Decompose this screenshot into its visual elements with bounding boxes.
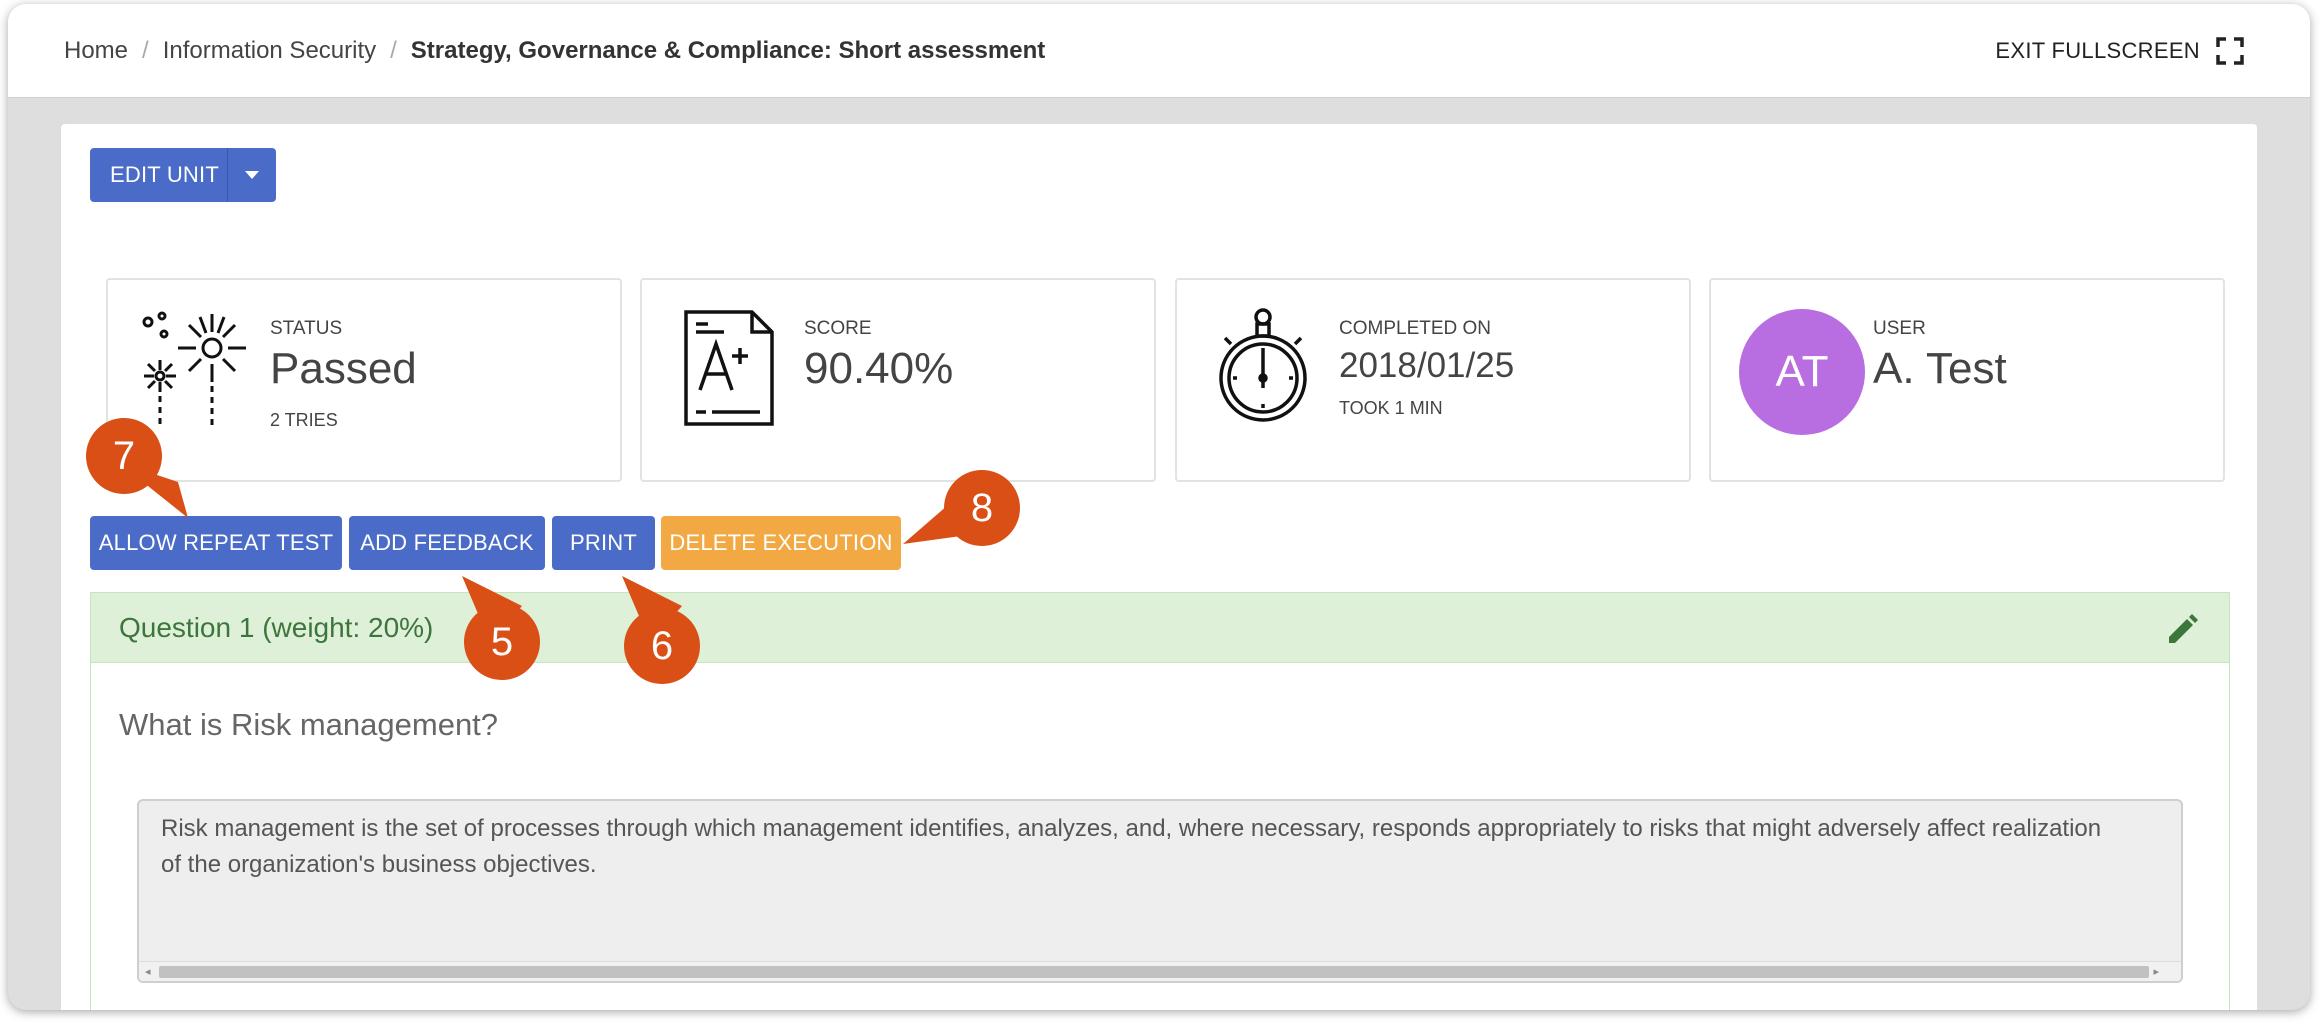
assessment-card: EDIT UNIT STATUS Passed 2 TRIES SCORE 90… — [61, 124, 2257, 1010]
question-panel: Question 1 (weight: 20%) What is Risk ma… — [90, 592, 2230, 1010]
breadcrumb-section[interactable]: Information Security — [163, 37, 376, 65]
status-value: Passed — [270, 344, 417, 393]
breadcrumb-home[interactable]: Home — [64, 37, 128, 65]
avatar: AT — [1739, 309, 1865, 435]
edit-unit-button[interactable]: EDIT UNIT — [90, 148, 276, 202]
exit-fullscreen-button[interactable]: EXIT FULLSCREEN — [1995, 4, 2244, 98]
question-header: Question 1 (weight: 20%) — [91, 593, 2229, 663]
callout-marker-6: 6 — [624, 608, 700, 684]
delete-execution-button[interactable]: DELETE EXECUTION — [661, 516, 901, 570]
grade-document-icon — [684, 310, 774, 426]
scroll-right-icon[interactable]: ▸ — [2153, 965, 2159, 978]
caret-down-icon — [245, 171, 259, 179]
allow-repeat-test-button[interactable]: ALLOW REPEAT TEST — [90, 516, 342, 570]
completed-label: COMPLETED ON — [1339, 318, 1492, 339]
breadcrumb-current: Strategy, Governance & Compliance: Short… — [410, 37, 1046, 64]
status-tries: 2 TRIES — [270, 410, 338, 430]
user-card: AT USER A. Test — [1709, 278, 2225, 482]
horizontal-scrollbar[interactable]: ◂ ▸ — [139, 961, 2181, 981]
score-label: SCORE — [804, 318, 872, 339]
edit-unit-label: EDIT UNIT — [110, 162, 219, 187]
callout-marker-8: 8 — [944, 470, 1020, 546]
pencil-icon[interactable] — [2165, 611, 2199, 645]
scrollbar-thumb[interactable] — [159, 966, 2149, 978]
stopwatch-icon — [1219, 308, 1307, 422]
status-card: STATUS Passed 2 TRIES — [106, 278, 622, 482]
user-label: USER — [1873, 318, 1926, 339]
print-button[interactable]: PRINT — [552, 516, 655, 570]
add-feedback-button[interactable]: ADD FEEDBACK — [349, 516, 545, 570]
score-value: 90.40% — [804, 344, 954, 393]
score-card: SCORE 90.40% — [640, 278, 1156, 482]
question-title: Question 1 (weight: 20%) — [119, 612, 434, 643]
fireworks-icon — [142, 311, 246, 426]
question-text: What is Risk management? — [119, 707, 499, 742]
callout-marker-7: 7 — [86, 418, 162, 494]
user-name: A. Test — [1873, 344, 2007, 393]
scroll-left-icon[interactable]: ◂ — [145, 965, 151, 978]
breadcrumb-separator: / — [142, 37, 149, 64]
completed-duration: TOOK 1 MIN — [1339, 398, 1443, 418]
edit-unit-dropdown-toggle[interactable] — [227, 148, 276, 202]
breadcrumb: Home / Information Security / Strategy, … — [64, 4, 1045, 98]
completed-date: 2018/01/25 — [1339, 346, 1515, 385]
status-label: STATUS — [270, 318, 343, 339]
breadcrumb-separator: / — [390, 37, 397, 64]
completed-card: COMPLETED ON 2018/01/25 TOOK 1 MIN — [1175, 278, 1691, 482]
exit-fullscreen-label: EXIT FULLSCREEN — [1995, 38, 2200, 63]
callout-marker-5: 5 — [464, 604, 540, 680]
fullscreen-icon — [2216, 37, 2244, 65]
answer-text: Risk management is the set of processes … — [161, 815, 2102, 878]
top-bar: Home / Information Security / Strategy, … — [8, 4, 2310, 98]
answer-textarea[interactable]: Risk management is the set of processes … — [137, 799, 2183, 983]
app-window: Home / Information Security / Strategy, … — [8, 4, 2310, 1010]
